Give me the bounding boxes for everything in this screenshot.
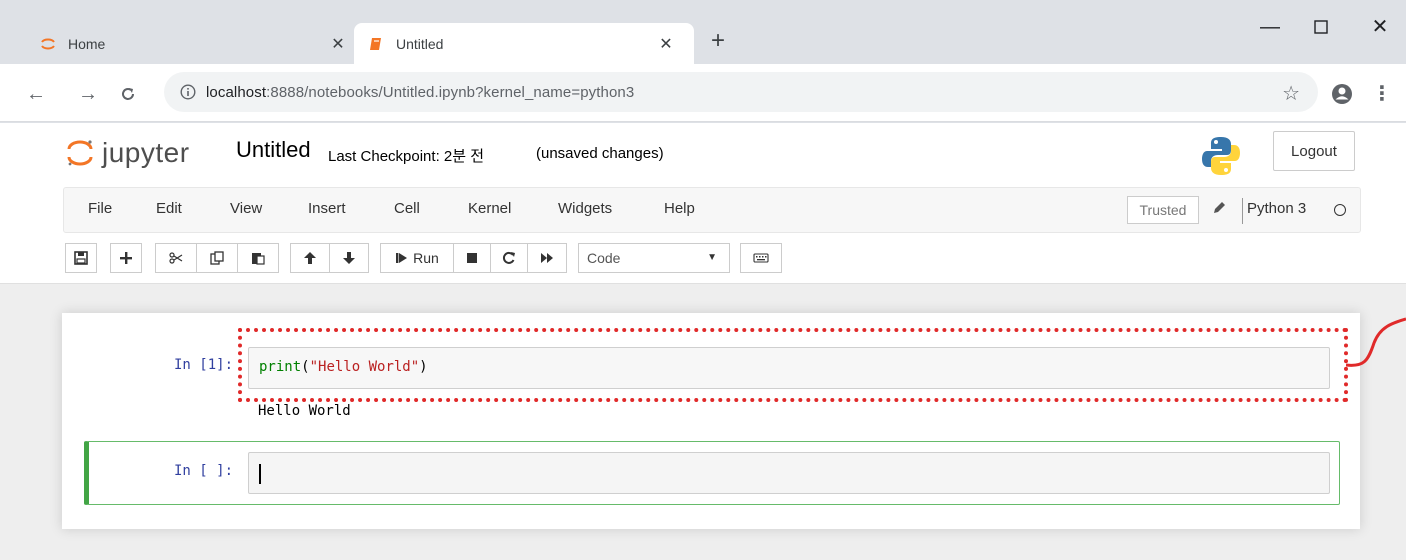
jupyter-header: jupyter Untitled Last Checkpoint: 2분 전 (… <box>0 123 1406 284</box>
code-string: "Hello World" <box>309 359 420 375</box>
minimize-icon[interactable]: — <box>1250 12 1290 42</box>
cell-type-select[interactable]: Code ▼ <box>578 243 730 273</box>
notebook-menubar: File Edit View Insert Cell Kernel Widget… <box>63 187 1361 233</box>
run-button[interactable]: Run <box>380 243 454 273</box>
browser-toolbar: ← → localhost:8888/notebooks/Untitled.ip… <box>0 64 1406 122</box>
checkpoint-status: Last Checkpoint: 2분 전 <box>328 148 485 165</box>
code-function: print <box>259 359 302 375</box>
restart-button[interactable] <box>490 243 528 273</box>
profile-avatar-icon[interactable] <box>1330 82 1354 106</box>
window-close-icon[interactable]: ✕ <box>1360 12 1400 42</box>
address-bar[interactable]: localhost:8888/notebooks/Untitled.ipynb?… <box>164 72 1318 112</box>
tab-untitled[interactable]: Untitled ✕ <box>354 23 694 64</box>
trusted-badge[interactable]: Trusted <box>1127 196 1199 224</box>
url-host: localhost <box>206 83 267 101</box>
menu-insert[interactable]: Insert <box>308 200 346 217</box>
save-icon <box>74 251 88 265</box>
kernel-name: Python 3 <box>1247 200 1307 217</box>
tab-home-title: Home <box>68 35 106 52</box>
insert-cell-button[interactable] <box>110 243 142 273</box>
url-text: localhost:8888/notebooks/Untitled.ipynb?… <box>206 84 634 101</box>
bookmark-star-icon[interactable]: ☆ <box>1282 81 1300 106</box>
step-forward-icon <box>396 253 408 263</box>
plus-icon <box>120 252 132 264</box>
arrow-down-icon <box>343 252 355 264</box>
jupyter-favicon-icon <box>41 38 55 49</box>
copy-button[interactable] <box>196 243 238 273</box>
new-tab-icon[interactable]: + <box>706 29 730 53</box>
jupyter-page: jupyter Untitled Last Checkpoint: 2분 전 (… <box>0 123 1406 560</box>
reload-icon[interactable] <box>116 82 140 106</box>
close-icon[interactable]: ✕ <box>328 34 348 54</box>
chrome-menu-icon[interactable]: ⋮ <box>1372 82 1392 106</box>
text-cursor <box>259 464 261 484</box>
copy-icon <box>210 251 224 265</box>
command-palette-button[interactable] <box>740 243 782 273</box>
interrupt-button[interactable] <box>453 243 491 273</box>
cell-1-output: Hello World <box>258 403 351 419</box>
cell-1-code: print("Hello World") <box>259 359 428 375</box>
jupyter-logo-icon <box>67 140 93 166</box>
back-icon[interactable]: ← <box>24 82 48 106</box>
info-icon[interactable] <box>180 84 196 100</box>
menu-file[interactable]: File <box>88 200 112 217</box>
cut-button[interactable] <box>155 243 197 273</box>
fast-forward-icon <box>541 253 553 263</box>
run-label: Run <box>413 250 439 266</box>
paste-icon <box>252 253 265 265</box>
kernel-separator <box>1242 198 1243 224</box>
move-up-button[interactable] <box>290 243 330 273</box>
cell-1-prompt: In [1]: <box>174 357 234 373</box>
pencil-icon[interactable] <box>1211 200 1227 216</box>
menu-cell[interactable]: Cell <box>394 200 420 217</box>
scissors-icon <box>169 252 183 264</box>
stop-icon <box>467 253 477 263</box>
menu-widgets[interactable]: Widgets <box>558 200 612 217</box>
notebook-favicon-icon <box>370 37 381 50</box>
tab-home[interactable]: Home ✕ <box>30 23 360 64</box>
restart-run-all-button[interactable] <box>527 243 567 273</box>
cell-2-input[interactable] <box>248 452 1330 494</box>
cell-2[interactable]: In [ ]: <box>84 441 1340 505</box>
tab-untitled-title: Untitled <box>396 35 444 52</box>
paste-button[interactable] <box>237 243 279 273</box>
menu-kernel[interactable]: Kernel <box>468 200 511 217</box>
restart-icon <box>502 251 515 264</box>
menu-help[interactable]: Help <box>664 200 695 217</box>
save-button[interactable] <box>65 243 97 273</box>
close-icon[interactable]: ✕ <box>656 34 676 54</box>
dropdown-caret-icon: ▼ <box>707 252 717 263</box>
unsaved-status: (unsaved changes) <box>536 145 664 162</box>
cell-2-prompt: In [ ]: <box>174 463 234 479</box>
menu-view[interactable]: View <box>230 200 262 217</box>
jupyter-logo-text: jupyter <box>102 137 190 168</box>
cell-1-input[interactable]: print("Hello World") <box>248 347 1330 389</box>
notebook-title[interactable]: Untitled <box>236 137 311 163</box>
browser-tab-strip: Home ✕ Untitled ✕ + — ✕ <box>0 0 1406 64</box>
keyboard-icon <box>753 253 769 263</box>
callout-line <box>1346 317 1406 367</box>
forward-icon[interactable]: → <box>76 82 100 106</box>
notebook-container: In [1]: print("Hello World") Hello World… <box>62 313 1360 529</box>
cell-type-value: Code <box>587 250 621 266</box>
maximize-icon[interactable] <box>1301 12 1341 42</box>
url-path: :8888/notebooks/Untitled.ipynb?kernel_na… <box>266 83 635 101</box>
move-down-button[interactable] <box>329 243 369 273</box>
arrow-up-icon <box>304 252 316 264</box>
menu-edit[interactable]: Edit <box>156 200 182 217</box>
kernel-idle-icon <box>1334 204 1346 216</box>
python-logo-icon <box>1202 137 1240 175</box>
logout-button[interactable]: Logout <box>1273 131 1355 171</box>
jupyter-logo[interactable]: jupyter <box>66 135 218 171</box>
